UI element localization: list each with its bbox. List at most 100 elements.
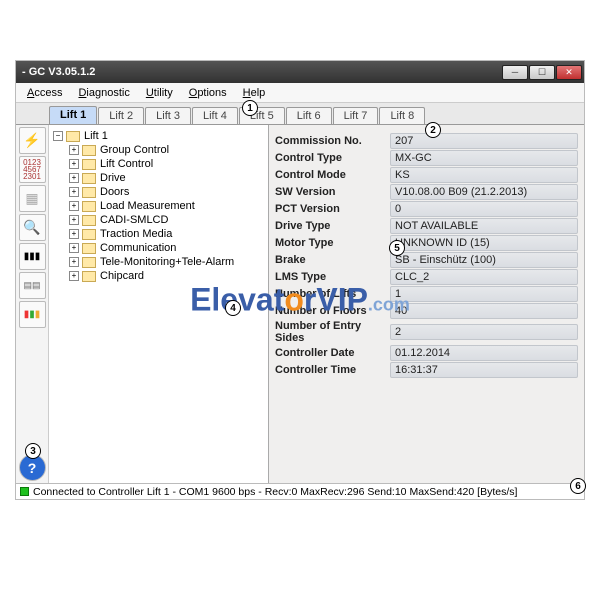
folder-icon bbox=[82, 243, 96, 254]
tree-item[interactable]: +Drive bbox=[53, 171, 264, 185]
tool-palette-icon[interactable]: ▮▮▮ bbox=[19, 301, 46, 328]
detail-value: SB - Einschütz (100) bbox=[390, 252, 578, 268]
detail-label: Number of Lifts bbox=[275, 288, 390, 300]
tool-grid-icon[interactable]: ▦ bbox=[19, 185, 46, 212]
tool-digits-icon[interactable]: 012345672301 bbox=[19, 156, 46, 183]
detail-label: PCT Version bbox=[275, 203, 390, 215]
window-title: - GC V3.05.1.2 bbox=[18, 66, 501, 78]
detail-label: Controller Time bbox=[275, 364, 390, 376]
folder-icon bbox=[82, 187, 96, 198]
expand-icon[interactable]: + bbox=[69, 159, 79, 169]
detail-label: Motor Type bbox=[275, 237, 390, 249]
detail-value: UNKNOWN ID (15) bbox=[390, 235, 578, 251]
detail-value: 01.12.2014 bbox=[390, 345, 578, 361]
menu-help[interactable]: Help bbox=[235, 85, 274, 101]
tree-item[interactable]: +Doors bbox=[53, 185, 264, 199]
body: ⚡ 012345672301 ▦ 🔍 ▮▮▮ ▤▤ ▮▮▮ ? − Lift 1… bbox=[16, 125, 584, 483]
detail-value: 40 bbox=[390, 303, 578, 319]
minimize-button[interactable]: ─ bbox=[502, 65, 528, 80]
menu-diagnostic[interactable]: Diagnostic bbox=[70, 85, 137, 101]
titlebar: - GC V3.05.1.2 ─ ☐ ✕ bbox=[16, 61, 584, 83]
expand-icon[interactable]: + bbox=[69, 229, 79, 239]
detail-label: Control Mode bbox=[275, 169, 390, 181]
detail-label: Number of Floors bbox=[275, 305, 390, 317]
status-bar: Connected to Controller Lift 1 - COM1 96… bbox=[16, 483, 584, 499]
folder-icon bbox=[82, 145, 96, 156]
tree-item[interactable]: +CADI-SMLCD bbox=[53, 213, 264, 227]
callout-5: 5 bbox=[389, 240, 405, 256]
tool-meter-icon[interactable]: ▤▤ bbox=[19, 272, 46, 299]
status-led-icon bbox=[20, 487, 29, 496]
folder-icon bbox=[82, 257, 96, 268]
detail-value: 0 bbox=[390, 201, 578, 217]
detail-value: KS bbox=[390, 167, 578, 183]
close-button[interactable]: ✕ bbox=[556, 65, 582, 80]
menu-options[interactable]: Options bbox=[181, 85, 235, 101]
tool-bars-icon[interactable]: ▮▮▮ bbox=[19, 243, 46, 270]
expand-icon[interactable]: + bbox=[69, 271, 79, 281]
detail-value: V10.08.00 B09 (21.2.2013) bbox=[390, 184, 578, 200]
menu-access[interactable]: Access bbox=[19, 85, 70, 101]
details-panel: Commission No.207 Control TypeMX-GC Cont… bbox=[269, 125, 584, 483]
folder-icon bbox=[82, 159, 96, 170]
tree-item[interactable]: +Lift Control bbox=[53, 157, 264, 171]
tree-item[interactable]: +Tele-Monitoring+Tele-Alarm bbox=[53, 255, 264, 269]
detail-label: Commission No. bbox=[275, 135, 390, 147]
detail-label: Control Type bbox=[275, 152, 390, 164]
expand-icon[interactable]: + bbox=[69, 173, 79, 183]
tool-search-icon[interactable]: 🔍 bbox=[19, 214, 46, 241]
menubar: Access Diagnostic Utility Options Help bbox=[16, 83, 584, 103]
folder-icon bbox=[82, 201, 96, 212]
detail-label: Number of Entry Sides bbox=[275, 320, 390, 344]
detail-value: 2 bbox=[390, 324, 578, 340]
tree-item[interactable]: +Traction Media bbox=[53, 227, 264, 241]
folder-icon bbox=[82, 215, 96, 226]
callout-6: 6 bbox=[570, 478, 586, 494]
callout-4: 4 bbox=[225, 300, 241, 316]
tab-lift-6[interactable]: Lift 6 bbox=[286, 107, 332, 124]
detail-value: CLC_2 bbox=[390, 269, 578, 285]
callout-3: 3 bbox=[25, 443, 41, 459]
status-text: Connected to Controller Lift 1 - COM1 96… bbox=[33, 486, 517, 498]
folder-icon bbox=[82, 173, 96, 184]
callout-1: 1 bbox=[242, 100, 258, 116]
expand-icon[interactable]: + bbox=[69, 187, 79, 197]
detail-value: 16:31:37 bbox=[390, 362, 578, 378]
tree-item[interactable]: +Chipcard bbox=[53, 269, 264, 283]
folder-icon bbox=[82, 229, 96, 240]
maximize-button[interactable]: ☐ bbox=[529, 65, 555, 80]
folder-icon bbox=[82, 271, 96, 282]
tab-lift-4[interactable]: Lift 4 bbox=[192, 107, 238, 124]
tab-lift-1[interactable]: Lift 1 bbox=[49, 106, 97, 124]
detail-value: 207 bbox=[390, 133, 578, 149]
detail-value: MX-GC bbox=[390, 150, 578, 166]
tab-lift-3[interactable]: Lift 3 bbox=[145, 107, 191, 124]
tree-root[interactable]: − Lift 1 bbox=[53, 129, 264, 143]
tabbar: Lift 1 Lift 2 Lift 3 Lift 4 Lift 5 Lift … bbox=[16, 103, 584, 125]
detail-value: NOT AVAILABLE bbox=[390, 218, 578, 234]
expand-icon[interactable]: + bbox=[69, 243, 79, 253]
detail-label: Drive Type bbox=[275, 220, 390, 232]
tree-item[interactable]: +Group Control bbox=[53, 143, 264, 157]
detail-label: LMS Type bbox=[275, 271, 390, 283]
menu-utility[interactable]: Utility bbox=[138, 85, 181, 101]
app-window: - GC V3.05.1.2 ─ ☐ ✕ Access Diagnostic U… bbox=[15, 60, 585, 500]
callout-2: 2 bbox=[425, 122, 441, 138]
tree-item[interactable]: +Load Measurement bbox=[53, 199, 264, 213]
detail-label: Controller Date bbox=[275, 347, 390, 359]
tool-lightning-icon[interactable]: ⚡ bbox=[19, 127, 46, 154]
expand-icon[interactable]: + bbox=[69, 201, 79, 211]
detail-value: 1 bbox=[390, 286, 578, 302]
expand-icon[interactable]: + bbox=[69, 257, 79, 267]
tab-lift-7[interactable]: Lift 7 bbox=[333, 107, 379, 124]
tab-lift-2[interactable]: Lift 2 bbox=[98, 107, 144, 124]
detail-label: SW Version bbox=[275, 186, 390, 198]
tab-lift-8[interactable]: Lift 8 bbox=[379, 107, 425, 124]
expand-icon[interactable]: + bbox=[69, 145, 79, 155]
detail-label: Brake bbox=[275, 254, 390, 266]
toolbar: ⚡ 012345672301 ▦ 🔍 ▮▮▮ ▤▤ ▮▮▮ ? bbox=[16, 125, 49, 483]
expand-icon[interactable]: + bbox=[69, 215, 79, 225]
folder-icon bbox=[66, 131, 80, 142]
tree-item[interactable]: +Communication bbox=[53, 241, 264, 255]
collapse-icon[interactable]: − bbox=[53, 131, 63, 141]
